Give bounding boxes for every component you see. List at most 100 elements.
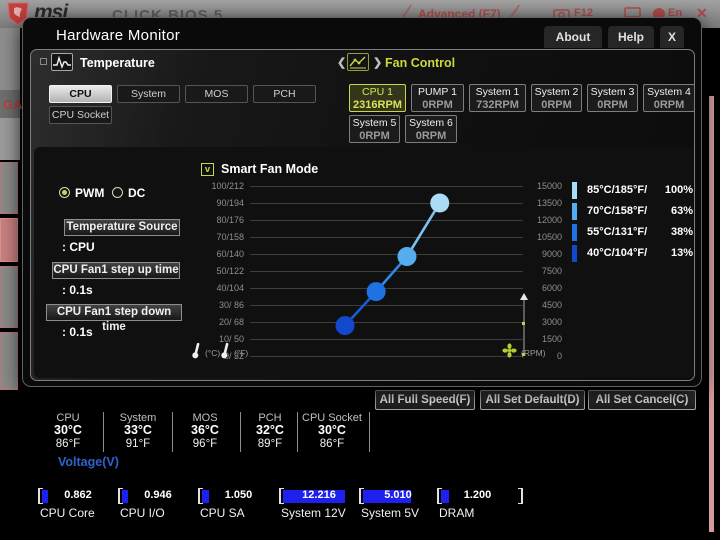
temp-readout-mos: MOS 36°C 96°F	[168, 412, 242, 452]
voltage-value: 0.862	[64, 489, 92, 501]
voltage-label: System 5V	[361, 506, 420, 520]
background-menu-item	[0, 332, 18, 390]
fan-curve[interactable]	[236, 172, 537, 370]
voltage-segment-cpu-sa: 1.050 CPU SA	[198, 488, 279, 520]
voltage-label: CPU I/O	[120, 506, 165, 520]
legend-color-bar	[572, 182, 577, 199]
fan-control-chart-icon	[347, 53, 369, 71]
voltage-value: 5.010	[384, 489, 412, 501]
fan-rpm: 2316RPM	[353, 99, 402, 111]
fan-name: System 1	[475, 86, 520, 98]
dialog-content: Temperature CPU System MOS PCH CPU Socket ❮ …	[30, 49, 695, 381]
background-menu-item	[0, 162, 18, 214]
voltage-value: 1.200	[463, 489, 492, 501]
fan-button-system-6[interactable]: System 6 0RPM	[405, 115, 457, 143]
fan-name: System 2	[534, 86, 579, 98]
voltage-value: 0.946	[144, 489, 172, 501]
legend-color-bar	[572, 224, 577, 241]
about-button[interactable]: About	[544, 26, 602, 48]
fan-name: System 4	[647, 86, 691, 98]
help-button[interactable]: Help	[608, 26, 654, 48]
fan-rpm: 0RPM	[422, 99, 453, 111]
legend-color-bar	[572, 203, 577, 220]
smart-fan-checkbox[interactable]: v	[201, 163, 214, 176]
background-menu-item	[0, 218, 18, 262]
legend-duty-pct: 100%	[664, 184, 693, 196]
fan-rpm: 0RPM	[597, 99, 628, 111]
dc-label: DC	[128, 186, 146, 200]
temp-tab-cpu-socket[interactable]: CPU Socket	[49, 106, 112, 124]
temp-celsius: 36°C	[191, 423, 219, 437]
fan-next-icon[interactable]: ❯	[373, 56, 382, 69]
voltage-segment-cpu-core: 0.862 CPU Core	[38, 488, 118, 520]
rpm-unit-label: (RPM)	[521, 348, 546, 358]
fan-name: PUMP 1	[418, 86, 457, 98]
fan-name: System 5	[352, 117, 397, 129]
pwm-label: PWM	[75, 186, 105, 200]
fan-button-pump-1[interactable]: PUMP 1 0RPM	[411, 84, 464, 112]
temp-tab-pch[interactable]: PCH	[253, 85, 316, 103]
setting-value: : 0.1s	[62, 283, 93, 297]
voltage-label: CPU SA	[200, 506, 245, 520]
fan-name: System 6	[409, 117, 453, 129]
dc-radio[interactable]	[112, 187, 123, 198]
temperature-waveform-icon	[51, 53, 73, 71]
fan-button-system-1[interactable]: System 1 732RPM	[469, 84, 526, 112]
setting-button-cpu-fan1-step-down-time[interactable]: CPU Fan1 step down time	[46, 304, 182, 333]
background-panel: GA	[0, 90, 23, 118]
action-button-all-set-default-d-[interactable]: All Set Default(D)	[480, 390, 585, 410]
legend-temp-label: 85°C/185°F/	[587, 184, 648, 196]
background-panel	[0, 118, 20, 160]
setting-value: : 0.1s	[62, 325, 93, 339]
legend-temp-label: 40°C/104°F/	[587, 247, 648, 259]
temp-readout-cpu: CPU 30°C 86°F	[31, 412, 105, 452]
voltage-label: DRAM	[439, 506, 475, 520]
temp-tab-cpu[interactable]: CPU	[49, 85, 112, 103]
action-button-all-set-cancel-c-[interactable]: All Set Cancel(C)	[588, 390, 696, 410]
fan-button-system-3[interactable]: System 3 0RPM	[587, 84, 638, 112]
temp-tab-system[interactable]: System	[117, 85, 180, 103]
temp-fahrenheit: 96°F	[192, 438, 218, 450]
fan-name: System 3	[590, 86, 635, 98]
temp-celsius: 30°C	[54, 423, 82, 437]
setting-button-cpu-fan1-step-up-time[interactable]: CPU Fan1 step up time	[52, 262, 180, 279]
fan-rpm: 0RPM	[653, 99, 685, 111]
collapse-box-icon[interactable]	[40, 58, 47, 65]
slider-marker	[522, 322, 525, 325]
voltage-label: CPU Core	[40, 506, 95, 520]
temp-tab-mos[interactable]: MOS	[185, 85, 248, 103]
voltage-value: 12.216	[302, 489, 336, 501]
slider-arrow-icon[interactable]	[519, 293, 529, 301]
pwm-radio[interactable]	[59, 187, 70, 198]
background-menu-item	[0, 266, 18, 328]
fan-button-cpu-1[interactable]: CPU 1 2316RPM	[349, 84, 406, 112]
voltage-segment-dram: 1.200 DRAM	[437, 488, 518, 520]
temp-fahrenheit: 91°F	[125, 438, 151, 450]
setting-button-temperature-source[interactable]: Temperature Source	[64, 219, 180, 236]
voltage-label: System 12V	[281, 506, 346, 520]
fan-name: CPU 1	[362, 86, 393, 98]
legend-duty-pct: 38%	[670, 226, 693, 238]
divider	[369, 412, 370, 452]
legend-temp-label: 70°C/158°F/	[587, 205, 648, 217]
fan-button-system-5[interactable]: System 5 0RPM	[349, 115, 400, 143]
fahrenheit-unit-label: (°F)	[234, 348, 249, 358]
legend-color-bar	[572, 245, 577, 262]
fan-curve-point	[430, 193, 450, 213]
fan-rpm: 732RPM	[476, 99, 519, 111]
action-button-all-full-speed-f-[interactable]: All Full Speed(F)	[375, 390, 475, 410]
voltage-value: 1.050	[224, 489, 253, 501]
legend-temp-label: 55°C/131°F/	[587, 226, 648, 238]
fan-button-system-4[interactable]: System 4 0RPM	[643, 84, 695, 112]
fan-icon	[502, 343, 517, 358]
fan-prev-icon[interactable]: ❮	[337, 56, 346, 69]
hardware-monitor-dialog: Hardware Monitor About Help X Temperatur…	[22, 17, 702, 387]
fan-button-system-2[interactable]: System 2 0RPM	[531, 84, 582, 112]
temperature-section-title: Temperature	[80, 56, 155, 70]
setting-value: : CPU	[62, 240, 95, 254]
bios-screen: msi CLICK BIOS 5 Advanced (F7) F12 En ✕ …	[0, 0, 720, 540]
temp-fahrenheit: 86°F	[319, 438, 345, 450]
dialog-close-button[interactable]: X	[660, 26, 684, 48]
legend-duty-pct: 13%	[670, 247, 693, 259]
temp-fahrenheit: 86°F	[55, 438, 81, 450]
